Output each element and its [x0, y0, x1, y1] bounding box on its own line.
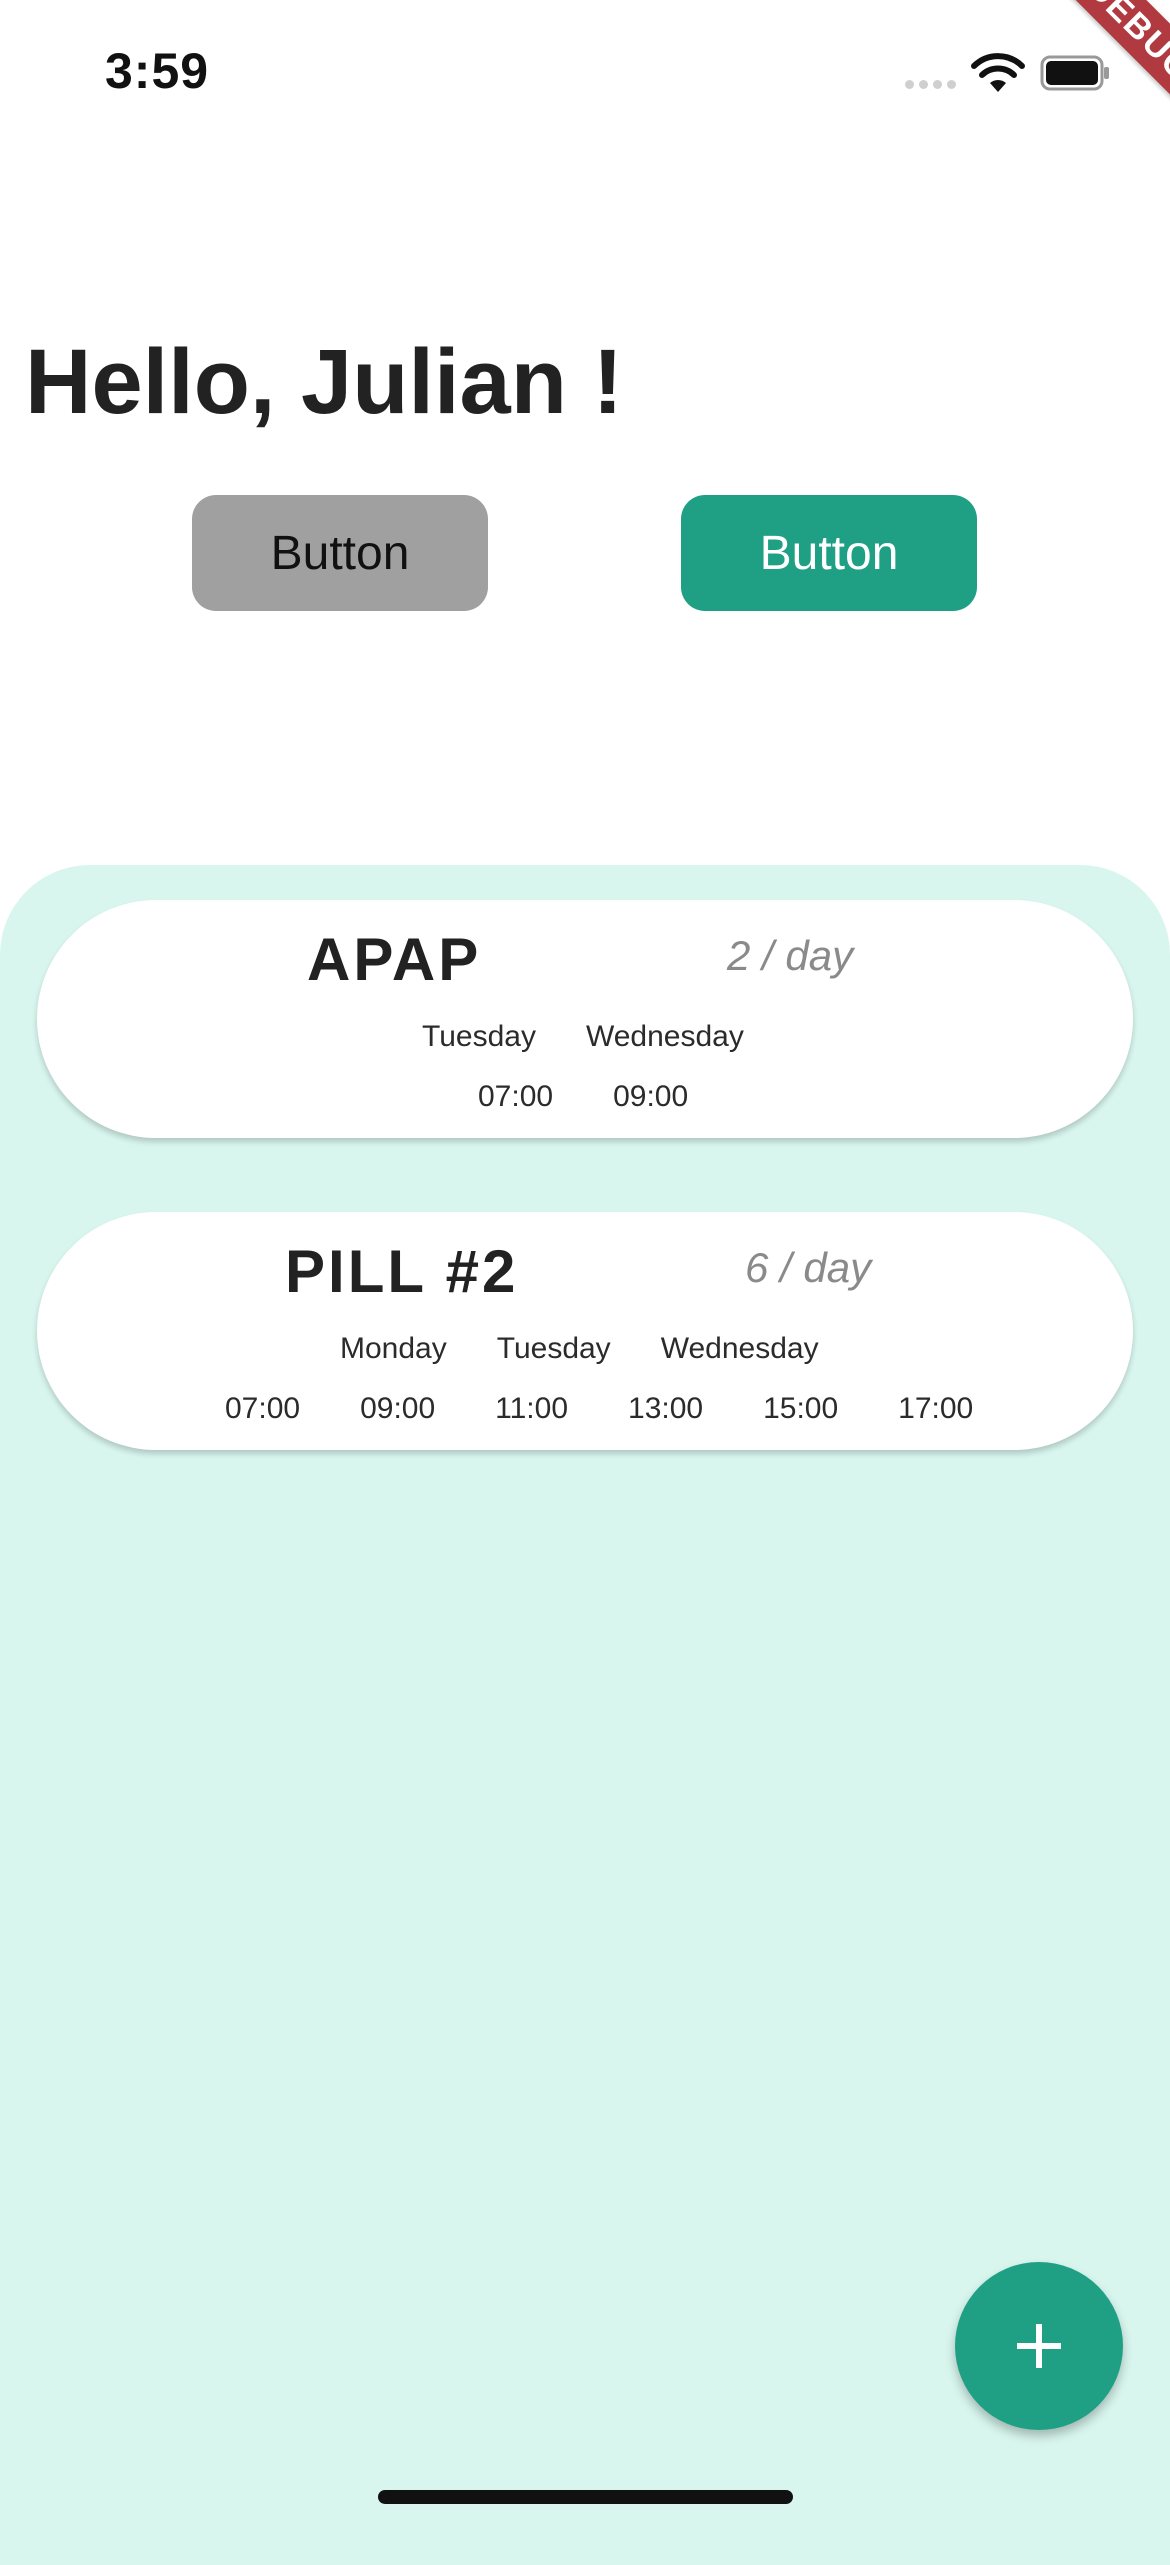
status-bar: 3:59 — [0, 0, 1170, 150]
time-label: 09:00 — [613, 1080, 689, 1113]
time-label: 13:00 — [628, 1392, 704, 1425]
pill-name: APAP — [307, 926, 482, 993]
greeting-title: Hello, Julian ! — [25, 331, 624, 433]
pill-name: PILL #2 — [285, 1238, 519, 1305]
time-label: 07:00 — [478, 1080, 554, 1113]
day-label: Tuesday — [422, 1020, 536, 1053]
pill-card[interactable]: APAP 2 / day Tuesday Wednesday 07:00 09:… — [37, 900, 1133, 1138]
home-indicator[interactable] — [378, 2490, 793, 2504]
cellular-signal-icon — [905, 80, 956, 89]
grey-button[interactable]: Button — [192, 495, 488, 611]
day-label: Wednesday — [660, 1332, 819, 1365]
time-label: 11:00 — [495, 1392, 569, 1425]
pill-days: Tuesday Wednesday — [397, 1020, 769, 1054]
time-label: 15:00 — [763, 1392, 839, 1425]
time-label: 17:00 — [898, 1392, 974, 1425]
green-button[interactable]: Button — [681, 495, 977, 611]
pill-times: 07:00 09:00 11:00 13:00 15:00 17:00 — [195, 1392, 1003, 1426]
plus-icon — [1017, 2324, 1061, 2368]
day-label: Tuesday — [496, 1332, 611, 1365]
day-label: Wednesday — [585, 1020, 744, 1053]
add-pill-button[interactable] — [955, 2262, 1123, 2430]
pill-times: 07:00 09:00 — [448, 1080, 718, 1114]
time-label: 09:00 — [360, 1392, 436, 1425]
wifi-icon — [971, 53, 1025, 92]
time-label: 07:00 — [225, 1392, 301, 1425]
pill-frequency: 2 / day — [727, 932, 854, 979]
day-label: Monday — [340, 1332, 447, 1365]
status-time: 3:59 — [105, 43, 210, 99]
battery-icon — [1040, 55, 1109, 91]
pill-frequency: 6 / day — [745, 1244, 872, 1291]
pill-card[interactable]: PILL #2 6 / day Monday Tuesday Wednesday… — [37, 1212, 1133, 1450]
pill-days: Monday Tuesday Wednesday — [315, 1332, 844, 1366]
